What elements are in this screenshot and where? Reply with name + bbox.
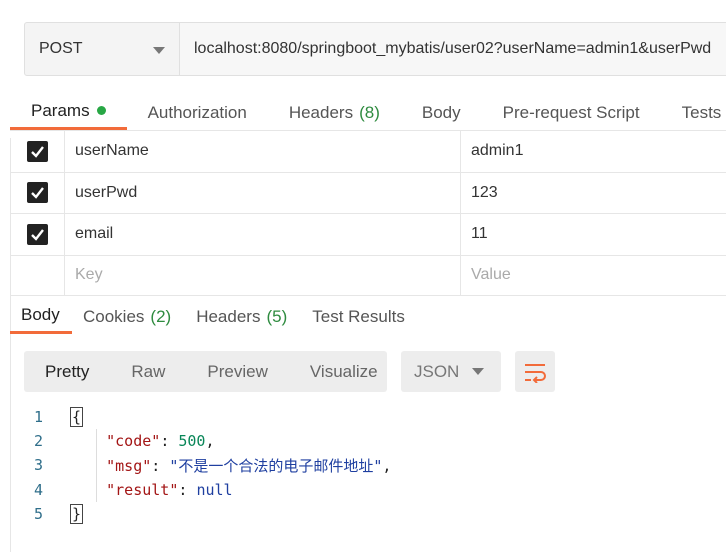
code-line: 3 "msg": "不是一个合法的电子邮件地址", [24, 453, 391, 477]
checkbox-cell [10, 214, 65, 255]
checkbox-cell-empty [10, 255, 65, 295]
request-tabs: Params Authorization Headers (8) Body Pr… [10, 96, 726, 134]
new-value-input[interactable]: Value [461, 256, 726, 296]
code-line: 1 { [24, 405, 391, 429]
code-text: "code": 500, [106, 432, 215, 451]
line-number: 4 [33, 480, 43, 499]
param-value[interactable]: 123 [461, 173, 726, 214]
wrap-lines-icon [525, 363, 546, 383]
tab-pre-request-script-label: Pre-request Script [502, 103, 640, 122]
response-body-code[interactable]: 1 { 2 "code": 500, 3 "msg": "不是一个合法的电子邮件… [24, 405, 391, 526]
close-brace: } [70, 503, 84, 524]
json-key: "msg" [106, 456, 152, 475]
code-line: 5 } [24, 502, 391, 526]
tab-tests-label: Tests [681, 103, 722, 122]
format-dropdown[interactable]: JSON [401, 351, 501, 392]
param-checkbox[interactable] [26, 140, 48, 162]
param-checkbox[interactable] [26, 182, 48, 204]
format-label: JSON [414, 361, 460, 381]
table-row: userPwd 123 [10, 171, 726, 214]
response-tabs: Body Cookies (2) Headers (5) Test Result… [10, 300, 419, 338]
line-number: 1 [33, 408, 43, 427]
checkmark-icon [30, 146, 44, 158]
tab-response-headers[interactable]: Headers (5) [185, 300, 301, 334]
json-key: "result" [106, 480, 179, 499]
param-key[interactable]: email [65, 214, 461, 255]
tab-tests[interactable]: Tests [661, 96, 726, 130]
param-key[interactable]: userName [65, 131, 461, 172]
tab-cookies-label: Cookies [83, 307, 145, 326]
chevron-down-icon [153, 47, 165, 54]
tab-params[interactable]: Params [10, 96, 127, 130]
checkmark-icon [30, 229, 44, 241]
json-number: 500 [178, 432, 206, 451]
params-active-dot-icon [96, 106, 106, 115]
code-line: 2 "code": 500, [24, 429, 391, 453]
tab-headers-label: Headers [288, 103, 354, 122]
code-line: 4 "result": null [24, 478, 391, 502]
checkbox-cell [10, 172, 65, 213]
view-pretty-button[interactable]: Pretty [24, 351, 110, 392]
tab-response-headers-label: Headers [196, 307, 261, 326]
view-preview-button[interactable]: Preview [186, 351, 288, 392]
line-number: 3 [33, 456, 43, 475]
json-string: "不是一个合法的电子邮件地址" [169, 456, 383, 475]
request-bar: POST localhost:8080/springboot_mybatis/u… [24, 22, 726, 76]
table-row: email 11 [10, 213, 726, 255]
view-raw-button[interactable]: Raw [110, 351, 186, 392]
params-table: userName admin1 userPwd 123 email 11 Key… [10, 130, 726, 296]
new-key-input[interactable]: Key [65, 255, 461, 295]
tab-headers[interactable]: Headers (8) [268, 96, 401, 130]
code-text: "msg": "不是一个合法的电子邮件地址", [106, 456, 392, 475]
code-text: "result": null [106, 480, 233, 499]
open-brace: { [70, 407, 84, 428]
wrap-lines-button[interactable] [515, 351, 555, 392]
tab-cookies[interactable]: Cookies (2) [72, 300, 185, 334]
param-key[interactable]: userPwd [65, 172, 461, 213]
json-key: "code" [106, 432, 161, 451]
table-row: userName admin1 [10, 130, 726, 172]
method-dropdown[interactable]: POST [25, 23, 180, 75]
json-null: null [196, 480, 233, 499]
tab-cookies-count: (2) [150, 307, 172, 326]
table-row-new: Key Value [10, 254, 726, 296]
tab-authorization[interactable]: Authorization [127, 96, 268, 130]
tab-pre-request-script[interactable]: Pre-request Script [482, 96, 661, 130]
tab-response-body-label: Body [21, 304, 60, 324]
view-visualize-button[interactable]: Visualize [289, 351, 399, 392]
line-number: 2 [33, 432, 43, 451]
method-label: POST [39, 40, 83, 57]
tab-response-body[interactable]: Body [10, 300, 72, 334]
tab-body-label: Body [421, 103, 461, 122]
tab-test-results[interactable]: Test Results [301, 300, 419, 334]
url-input[interactable]: localhost:8080/springboot_mybatis/user02… [180, 23, 726, 75]
tab-params-label: Params [31, 100, 90, 120]
param-value[interactable]: admin1 [461, 131, 726, 172]
tab-response-headers-count: (5) [266, 307, 288, 326]
indent-guide [96, 429, 97, 502]
tab-headers-count: (8) [359, 103, 380, 122]
view-mode-group: Pretty Raw Preview Visualize [24, 351, 387, 392]
checkmark-icon [30, 187, 44, 200]
chevron-down-icon [472, 368, 484, 375]
line-number: 5 [33, 504, 43, 523]
tab-authorization-label: Authorization [147, 103, 247, 122]
param-value[interactable]: 11 [461, 214, 726, 255]
checkbox-cell [10, 131, 65, 172]
tab-body[interactable]: Body [401, 96, 482, 130]
param-checkbox[interactable] [26, 223, 48, 245]
tab-test-results-label: Test Results [312, 307, 405, 326]
